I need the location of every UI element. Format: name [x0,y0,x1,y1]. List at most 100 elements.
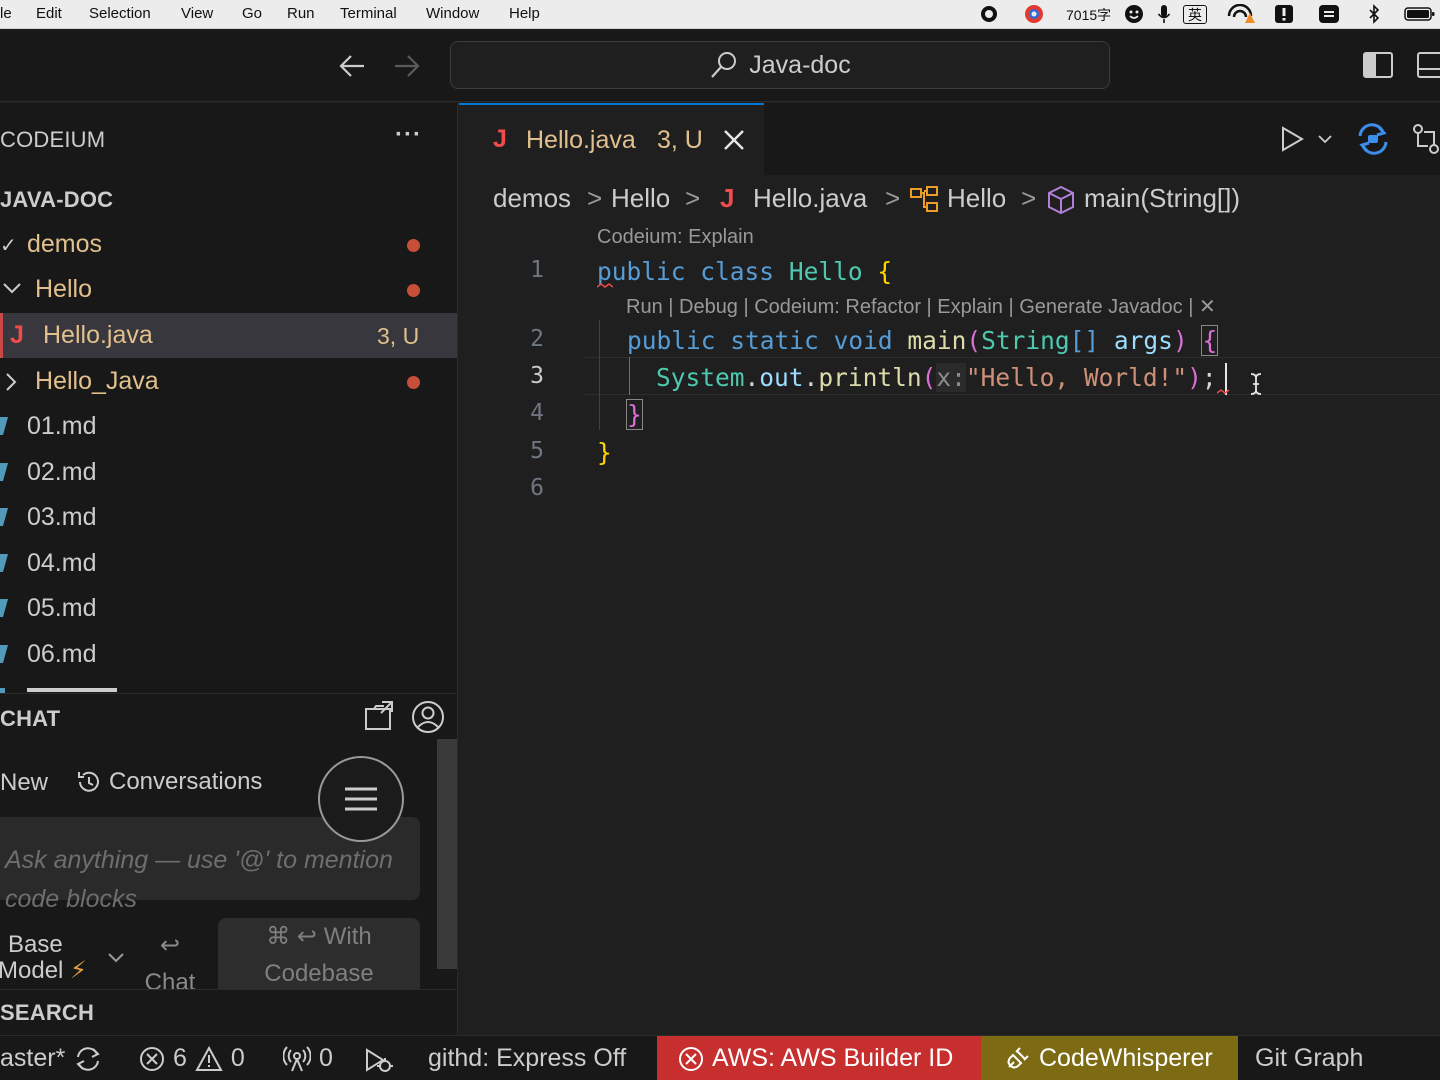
bluetooth-icon[interactable] [1365,4,1383,24]
githd-status[interactable]: githd: Express Off [428,1036,626,1080]
chat-scrollbar[interactable] [437,739,457,969]
workspace-title[interactable]: JAVA-DOC [0,187,113,213]
menu-view[interactable]: View [181,5,213,22]
chat-input-placeholder: Ask anything — use '@' to mention code b… [5,846,393,913]
codeium-sync-icon[interactable] [1355,122,1391,156]
error-icon [679,1046,703,1071]
menu-file[interactable]: le [0,5,12,22]
debug-icon[interactable] [363,1036,395,1080]
aws-status[interactable]: AWS: AWS Builder ID [657,1036,981,1080]
warning-icon [195,1045,223,1071]
command-center-search[interactable]: Java-doc [450,41,1110,89]
notice-icon[interactable] [1274,4,1294,24]
input-method-indicator[interactable]: 英 [1183,5,1207,24]
line-number: 2 [530,326,544,352]
microphone-icon[interactable] [1154,4,1174,24]
code-line-5: } [597,438,612,467]
editor-area[interactable]: demos > Hello > J Hello.java > Hello > m… [459,175,1440,1035]
toggle-panel-icon[interactable] [1416,50,1440,80]
inlay-hint: x: [936,363,966,392]
history-icon [78,771,99,792]
toggle-sidebar-icon[interactable] [1362,50,1394,80]
app-tray-icon[interactable] [1023,4,1045,24]
chat-section-title[interactable]: CHAT [0,706,60,732]
conversations-button[interactable]: Conversations [75,768,262,796]
code-line-1: public class Hello { [597,257,893,286]
breadcrumb-demos[interactable]: demos [493,183,571,214]
tree-file-md[interactable]: 03.md [0,495,457,540]
codewhisperer-status[interactable]: CodeWhisperer [981,1036,1238,1080]
menu-selection[interactable]: Selection [89,5,151,22]
markdown-file-icon [0,463,8,481]
menu-terminal[interactable]: Terminal [340,5,397,22]
more-actions-icon[interactable]: ··· [395,121,422,149]
smiley-icon[interactable] [1123,4,1145,24]
chat-with-codebase-button[interactable]: ⌘ ↩ With Codebase [218,918,420,990]
code-line-2: public static void main(String[] args) { [627,325,1219,356]
breadcrumb-separator-icon: > [885,183,901,213]
section-divider [0,989,457,990]
conversations-label: Conversations [109,768,263,795]
ports-indicator[interactable]: 0 [283,1036,333,1080]
indent-guide [599,320,600,430]
hamburger-menu-button[interactable] [318,756,404,842]
model-selector[interactable]: Base Model ⚡ [0,932,87,984]
java-file-icon: J [720,183,735,213]
menu-go[interactable]: Go [242,5,262,22]
tree-file-md[interactable]: 01.md [0,404,457,449]
open-in-editor-icon[interactable] [362,699,396,733]
problem-badge: 3, U [377,323,420,349]
title-bar: Java-doc [0,30,1440,102]
tree-file-hello-java[interactable]: J Hello.java 3, U [0,313,457,358]
status-bar: aster* 6 0 0 githd: Express Off AWS: AWS… [0,1035,1440,1080]
problems-indicator[interactable]: 6 0 [139,1036,245,1080]
word-count: 7015字 [1066,7,1112,23]
codelens-class[interactable]: Codeium: Explain [597,226,754,249]
breadcrumb-file[interactable]: Hello.java [753,183,867,214]
sidebar: CODEIUM ··· JAVA-DOC ✓ demos Hello J Hel… [0,103,458,1035]
chevron-down-icon: ✓ [0,235,17,257]
menu-window[interactable]: Window [426,5,479,22]
tree-file-md[interactable]: 05.md [0,586,457,631]
warning-count: 0 [230,1044,245,1072]
line-number: 1 [530,257,544,283]
markdown-file-icon [0,508,8,526]
markdown-file-icon [0,417,8,435]
tree-file-md[interactable]: 02.md [0,450,457,495]
menu-help[interactable]: Help [509,5,540,22]
search-section-title[interactable]: SEARCH [0,1000,94,1026]
tree-item-label: 05.md [27,594,97,622]
menu-run[interactable]: Run [287,5,315,22]
tree-file-md[interactable]: 06.md [0,632,457,677]
breadcrumb-method[interactable]: main(String[]) [1084,183,1240,214]
tree-file-md[interactable]: 04.md [0,541,457,586]
tree-folder-hello-java[interactable]: Hello_Java [0,359,457,404]
git-graph-button[interactable]: Git Graph [1255,1036,1363,1080]
menu-edit[interactable]: Edit [36,5,62,22]
compare-changes-icon[interactable] [1411,122,1440,156]
tree-folder-demos[interactable]: ✓ demos [0,222,457,267]
account-icon[interactable] [411,700,445,734]
breadcrumb-class[interactable]: Hello [947,183,1006,214]
breadcrumb-hello-folder[interactable]: Hello [611,183,670,214]
run-icon[interactable] [1280,125,1306,153]
breadcrumb: demos > Hello > J Hello.java > Hello > m… [459,175,1440,223]
new-chat-button[interactable]: New [0,769,48,797]
record-icon[interactable] [978,4,1000,24]
vpn-warning-icon[interactable] [1226,4,1256,24]
tab-hello-java[interactable]: J Hello.java 3, U [459,103,764,175]
forward-arrow-icon[interactable] [392,51,422,81]
enter-key-icon: ↩ [159,932,181,959]
line-number: 5 [530,438,544,464]
chevron-down-icon[interactable] [1317,134,1333,146]
git-branch[interactable]: aster* [0,1036,103,1080]
mouse-ibeam-icon [1248,372,1264,396]
chevron-down-icon[interactable] [107,952,125,964]
codelens-method[interactable]: Run | Debug | Codeium: Refactor | Explai… [626,294,1216,319]
battery-icon[interactable] [1403,4,1437,24]
close-icon[interactable] [723,129,745,151]
back-arrow-icon[interactable] [337,51,367,81]
tree-folder-hello[interactable]: Hello [0,267,457,312]
chevron-down-icon [2,281,22,295]
sync-app-icon[interactable] [1318,4,1340,24]
